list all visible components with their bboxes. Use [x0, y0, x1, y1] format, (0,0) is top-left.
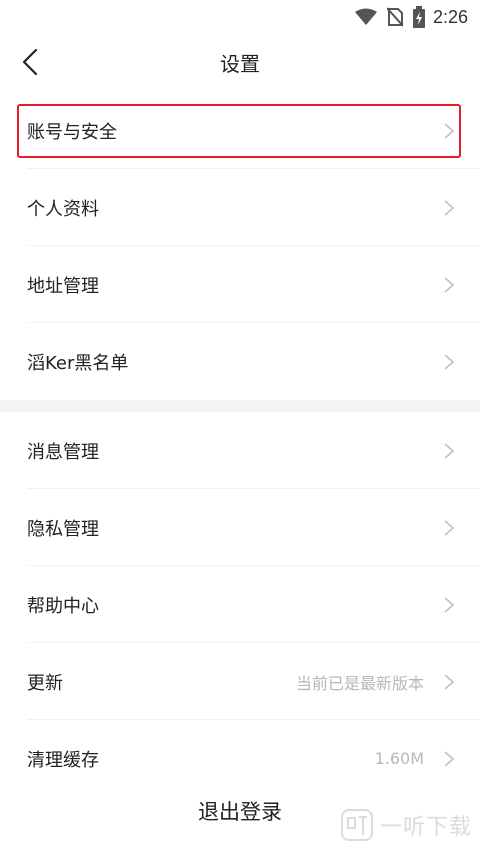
settings-item-label: 帮助中心	[27, 595, 99, 617]
settings-item-blacklist[interactable]: 滔Ker黑名单	[0, 323, 480, 400]
settings-item-update[interactable]: 更新 当前已是最新版本	[0, 643, 480, 720]
settings-item-messages[interactable]: 消息管理	[0, 412, 480, 489]
settings-item-label: 清理缓存	[27, 749, 99, 771]
settings-item-label: 隐私管理	[27, 518, 99, 540]
chevron-right-icon	[442, 276, 456, 294]
update-status: 当前已是最新版本	[295, 673, 424, 693]
cache-size: 1.60M	[374, 749, 424, 768]
chevron-right-icon	[442, 442, 456, 460]
page-title: 设置	[220, 52, 260, 76]
settings-item-label: 个人资料	[27, 198, 99, 220]
chevron-right-icon	[442, 519, 456, 537]
watermark-logo-icon	[340, 809, 373, 841]
watermark-text: 一听下载	[379, 815, 472, 840]
settings-item-help[interactable]: 帮助中心	[0, 566, 480, 643]
wifi-icon	[354, 8, 377, 26]
settings-item-account-security[interactable]: 账号与安全	[0, 92, 480, 169]
settings-item-label: 消息管理	[27, 441, 99, 463]
settings-item-privacy[interactable]: 隐私管理	[0, 489, 480, 566]
settings-item-label: 更新	[27, 672, 63, 694]
top-bar: 设置	[0, 34, 480, 92]
chevron-right-icon	[442, 122, 456, 140]
status-time: 2:26	[432, 6, 468, 27]
settings-item-address[interactable]: 地址管理	[0, 246, 480, 323]
settings-item-profile[interactable]: 个人资料	[0, 169, 480, 246]
chevron-right-icon	[442, 353, 456, 371]
chevron-right-icon	[442, 750, 456, 768]
battery-charging-icon	[412, 6, 425, 28]
chevron-right-icon	[442, 673, 456, 691]
settings-item-label: 账号与安全	[27, 121, 117, 143]
settings-list: 账号与安全 个人资料 地址管理 滔Ker黑名单 消息管理 隐私管理 帮助中心 更…	[0, 92, 480, 797]
section-divider	[0, 400, 480, 412]
settings-item-label: 地址管理	[27, 275, 99, 297]
watermark: 一听下载	[340, 808, 472, 842]
no-sim-icon	[386, 7, 403, 27]
chevron-right-icon	[442, 596, 456, 614]
status-bar: 2:26	[0, 0, 480, 34]
settings-item-clear-cache[interactable]: 清理缓存 1.60M	[0, 720, 480, 797]
settings-item-label: 滔Ker黑名单	[27, 352, 129, 374]
chevron-right-icon	[442, 199, 456, 217]
